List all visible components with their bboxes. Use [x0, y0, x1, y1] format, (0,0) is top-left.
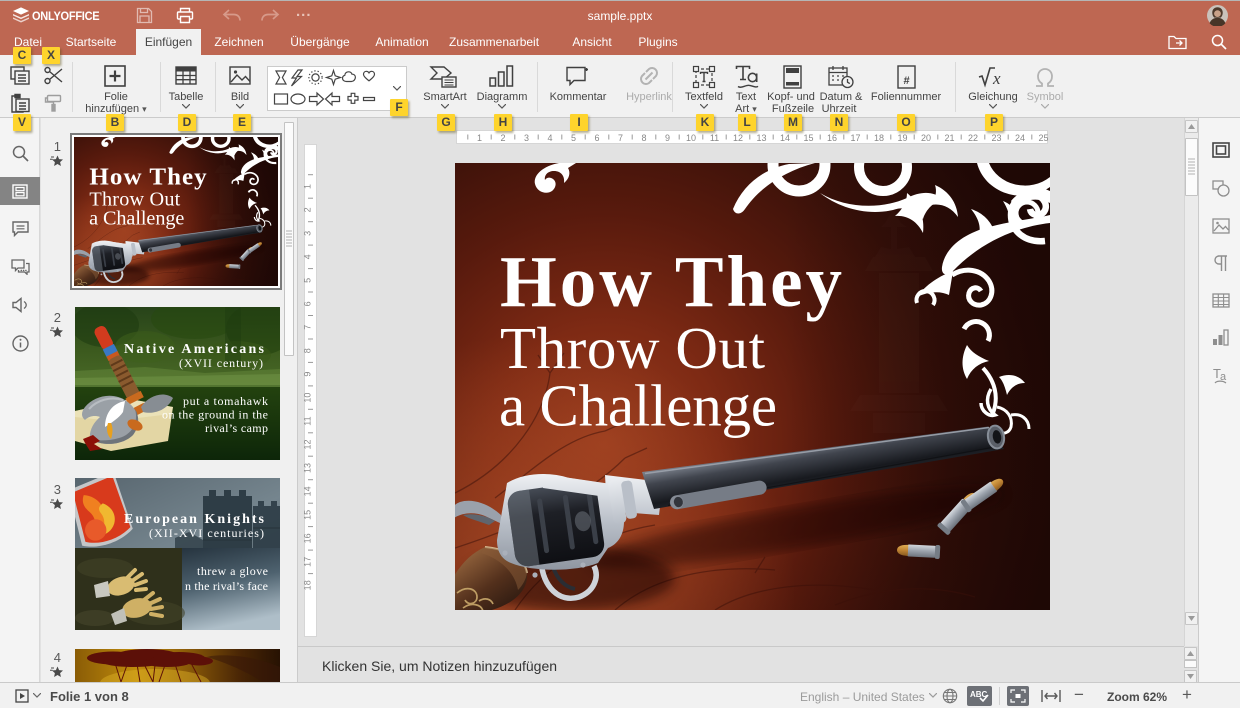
- svg-text:(XVII century): (XVII century): [179, 356, 263, 370]
- svg-text:2: 2: [304, 207, 313, 212]
- svg-text:rival’s camp: rival’s camp: [205, 421, 268, 435]
- svg-text:7: 7: [304, 325, 313, 330]
- svg-text:8: 8: [304, 348, 313, 353]
- svg-text:15: 15: [803, 133, 813, 143]
- svg-text:16: 16: [304, 533, 313, 543]
- svg-text:19: 19: [897, 133, 907, 143]
- svg-text:11: 11: [304, 416, 313, 425]
- svg-text:on the ground in the: on the ground in the: [162, 408, 268, 422]
- svg-text:10: 10: [304, 393, 313, 403]
- svg-text:European Knights: European Knights: [124, 512, 265, 527]
- svg-text:threw a glove: threw a glove: [197, 564, 268, 578]
- svg-text:25: 25: [1038, 133, 1048, 143]
- svg-text:1: 1: [304, 184, 313, 189]
- svg-text:17: 17: [850, 133, 860, 143]
- svg-text:4: 4: [547, 133, 552, 143]
- svg-text:21: 21: [944, 133, 954, 143]
- svg-text:13: 13: [756, 133, 766, 143]
- svg-text:x: x: [992, 69, 1001, 88]
- svg-text:12: 12: [733, 133, 743, 143]
- svg-text:14: 14: [780, 133, 790, 143]
- svg-text:13: 13: [304, 463, 313, 473]
- svg-text:20: 20: [921, 133, 931, 143]
- svg-text:22: 22: [968, 133, 978, 143]
- svg-text:#: #: [904, 75, 910, 87]
- svg-text:18: 18: [304, 580, 313, 590]
- svg-text:18: 18: [874, 133, 884, 143]
- svg-text:9: 9: [665, 133, 670, 143]
- svg-text:5: 5: [304, 278, 313, 283]
- svg-text:4: 4: [304, 254, 313, 259]
- svg-text:Native Americans: Native Americans: [124, 342, 265, 357]
- svg-text:12: 12: [304, 439, 313, 449]
- svg-text:16: 16: [827, 133, 837, 143]
- svg-text:9: 9: [304, 372, 313, 377]
- svg-text:17: 17: [304, 557, 313, 567]
- svg-text:1: 1: [477, 133, 482, 143]
- svg-text:24: 24: [1015, 133, 1025, 143]
- svg-text:10: 10: [686, 133, 696, 143]
- svg-text:2: 2: [500, 133, 505, 143]
- svg-text:23: 23: [991, 133, 1001, 143]
- svg-text:6: 6: [594, 133, 599, 143]
- svg-text:3: 3: [524, 133, 529, 143]
- svg-text:3: 3: [304, 231, 313, 236]
- svg-text:6: 6: [304, 301, 313, 306]
- svg-text:n the rival’s face: n the rival’s face: [185, 579, 268, 593]
- svg-text:11: 11: [710, 133, 719, 143]
- svg-text:8: 8: [641, 133, 646, 143]
- svg-text:15: 15: [304, 510, 313, 520]
- svg-text:14: 14: [304, 486, 313, 496]
- svg-text:7: 7: [618, 133, 623, 143]
- svg-text:(XII-XVI centuries): (XII-XVI centuries): [149, 526, 264, 540]
- svg-text:put a tomahawk: put a tomahawk: [183, 394, 268, 408]
- svg-text:5: 5: [571, 133, 576, 143]
